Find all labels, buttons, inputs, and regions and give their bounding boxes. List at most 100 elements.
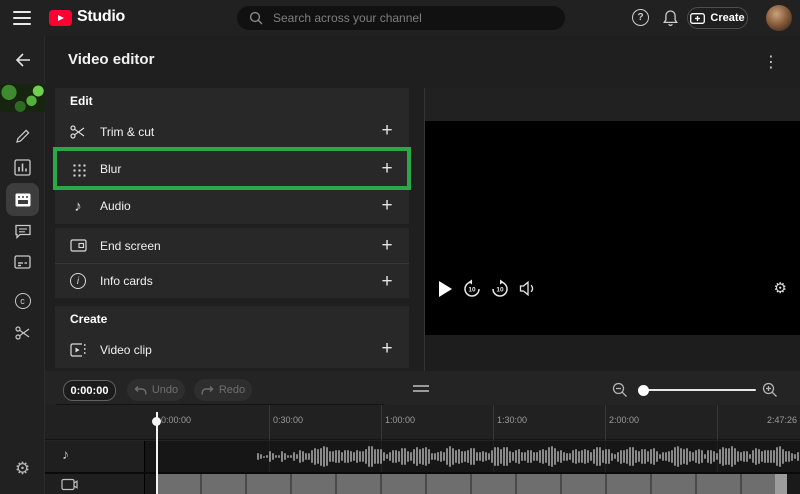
tick-line (717, 405, 718, 440)
ruler-tick-label: 2:00:00 (609, 415, 640, 425)
add-info-cards-button[interactable]: + (375, 270, 399, 294)
create-button-label: Create (710, 12, 745, 24)
page-title: Video editor (68, 51, 155, 68)
rewind-10-button[interactable]: 10 (462, 279, 482, 299)
search-icon (249, 11, 263, 25)
row-info-cards[interactable]: i Info cards + (55, 263, 409, 298)
edit-section-card-2: End screen + i Info cards + (55, 228, 409, 298)
row-end-screen[interactable]: End screen + (55, 228, 409, 263)
sidebar-item-copyright[interactable]: c (0, 289, 45, 313)
undo-label: Undo (151, 384, 179, 396)
redo-icon (201, 385, 214, 394)
subtitles-icon (14, 255, 31, 269)
track-header-column: ♪ (45, 441, 145, 494)
timeline-panel: 0:00:00 Undo Redo 0:00:00 0:30:00 1:00:0… (45, 371, 800, 494)
row-label: Audio (100, 199, 131, 213)
timeline-resize-handle[interactable] (413, 385, 429, 395)
undo-button[interactable]: Undo (127, 379, 185, 401)
row-label: Blur (100, 162, 122, 176)
search-input[interactable]: Search across your channel (237, 6, 565, 30)
row-blur[interactable]: Blur + (55, 150, 409, 187)
info-icon: i (69, 272, 87, 290)
blur-grid-icon (69, 160, 87, 178)
sidebar-item-details[interactable] (0, 124, 45, 148)
audio-waveform (257, 441, 800, 472)
playhead-handle[interactable] (152, 417, 161, 426)
tick-line (605, 405, 606, 440)
row-label: Info cards (100, 274, 153, 288)
youtube-studio-video-editor: Studio Search across your channel ? Crea… (0, 0, 800, 494)
zoom-in-icon[interactable] (762, 382, 778, 398)
video-track[interactable] (145, 474, 800, 494)
row-label: Trim & cut (100, 124, 155, 139)
comments-icon (14, 224, 31, 239)
row-video-clip[interactable]: Video clip + (55, 331, 409, 368)
timeline-zoom-slider[interactable] (638, 384, 756, 396)
tick-line (493, 405, 494, 440)
scissors-icon (69, 123, 87, 141)
row-audio[interactable]: ♪ Audio + (55, 187, 409, 224)
audio-track-icon: ♪ (62, 446, 69, 462)
current-time-display[interactable]: 0:00:00 (63, 380, 116, 401)
row-label: End screen (100, 238, 161, 253)
top-bar: Studio Search across your channel ? Crea… (0, 0, 800, 36)
sidebar-item-editor[interactable] (6, 183, 39, 216)
video-clip-icon (69, 341, 87, 359)
ruler-tick-label: 1:00:00 (385, 415, 416, 425)
zoom-slider-thumb[interactable] (638, 384, 649, 396)
youtube-logo-icon[interactable] (49, 10, 72, 26)
back-arrow-icon[interactable] (0, 48, 45, 72)
studio-logo-text[interactable]: Studio (77, 8, 125, 26)
play-button[interactable] (439, 281, 452, 297)
ruler-tick-label: 0:00:00 (161, 415, 192, 425)
sidebar-item-comments[interactable] (0, 219, 45, 243)
row-trim-and-cut[interactable]: Trim & cut + (55, 113, 409, 150)
forward-10-button[interactable]: 10 (490, 279, 510, 299)
add-end-screen-button[interactable]: + (375, 234, 399, 258)
settings-gear-icon[interactable]: ⚙ (0, 459, 45, 479)
volume-icon[interactable] (519, 281, 539, 301)
video-track-icon (61, 478, 78, 491)
account-avatar[interactable] (766, 5, 792, 31)
tick-line (269, 405, 270, 440)
left-sidebar: c ⚙ (0, 36, 45, 494)
search-placeholder: Search across your channel (273, 11, 422, 25)
scissors-icon (14, 326, 29, 340)
edit-section-card: Edit Trim & cut + Blur + ♪ Audio + (55, 88, 409, 224)
undo-icon (134, 385, 147, 394)
editor-icon (15, 193, 30, 206)
tick-line (381, 405, 382, 440)
ruler-tick-label: 1:30:00 (497, 415, 528, 425)
end-screen-icon (69, 237, 87, 255)
create-section-title: Create (70, 311, 108, 326)
sidebar-item-subtitles[interactable] (0, 250, 45, 274)
kebab-menu-icon[interactable]: ⋮ (763, 52, 779, 72)
create-video-icon (690, 12, 706, 24)
notifications-bell-icon[interactable] (660, 8, 680, 28)
pencil-icon (15, 129, 30, 143)
audio-track[interactable] (145, 441, 800, 472)
video-preview-panel: 10 10 ⚙ (424, 88, 800, 371)
sidebar-item-trim[interactable] (0, 321, 45, 345)
create-section-card: Create Video clip + (55, 306, 409, 368)
player-bottom-strip (425, 335, 800, 371)
player-settings-gear-icon[interactable]: ⚙ (774, 279, 787, 297)
video-thumbnail[interactable] (0, 84, 45, 112)
video-preview[interactable]: 10 10 ⚙ (425, 121, 800, 335)
add-video-clip-button[interactable]: + (375, 337, 399, 361)
sidebar-item-analytics[interactable] (0, 155, 45, 179)
video-clip-strip[interactable] (157, 474, 775, 494)
create-button[interactable]: Create (687, 7, 748, 29)
row-label: Video clip (100, 342, 152, 357)
add-blur-button[interactable]: + (375, 157, 399, 181)
add-audio-button[interactable]: + (375, 194, 399, 218)
add-trim-button[interactable]: + (375, 119, 399, 143)
hamburger-menu-icon[interactable] (13, 11, 31, 25)
help-icon[interactable]: ? (632, 9, 649, 26)
svg-text:10: 10 (468, 287, 476, 294)
zoom-out-icon[interactable] (612, 382, 628, 398)
svg-text:10: 10 (496, 287, 504, 294)
music-note-icon: ♪ (74, 197, 82, 215)
video-clip-end (775, 474, 787, 494)
redo-button[interactable]: Redo (194, 379, 252, 401)
